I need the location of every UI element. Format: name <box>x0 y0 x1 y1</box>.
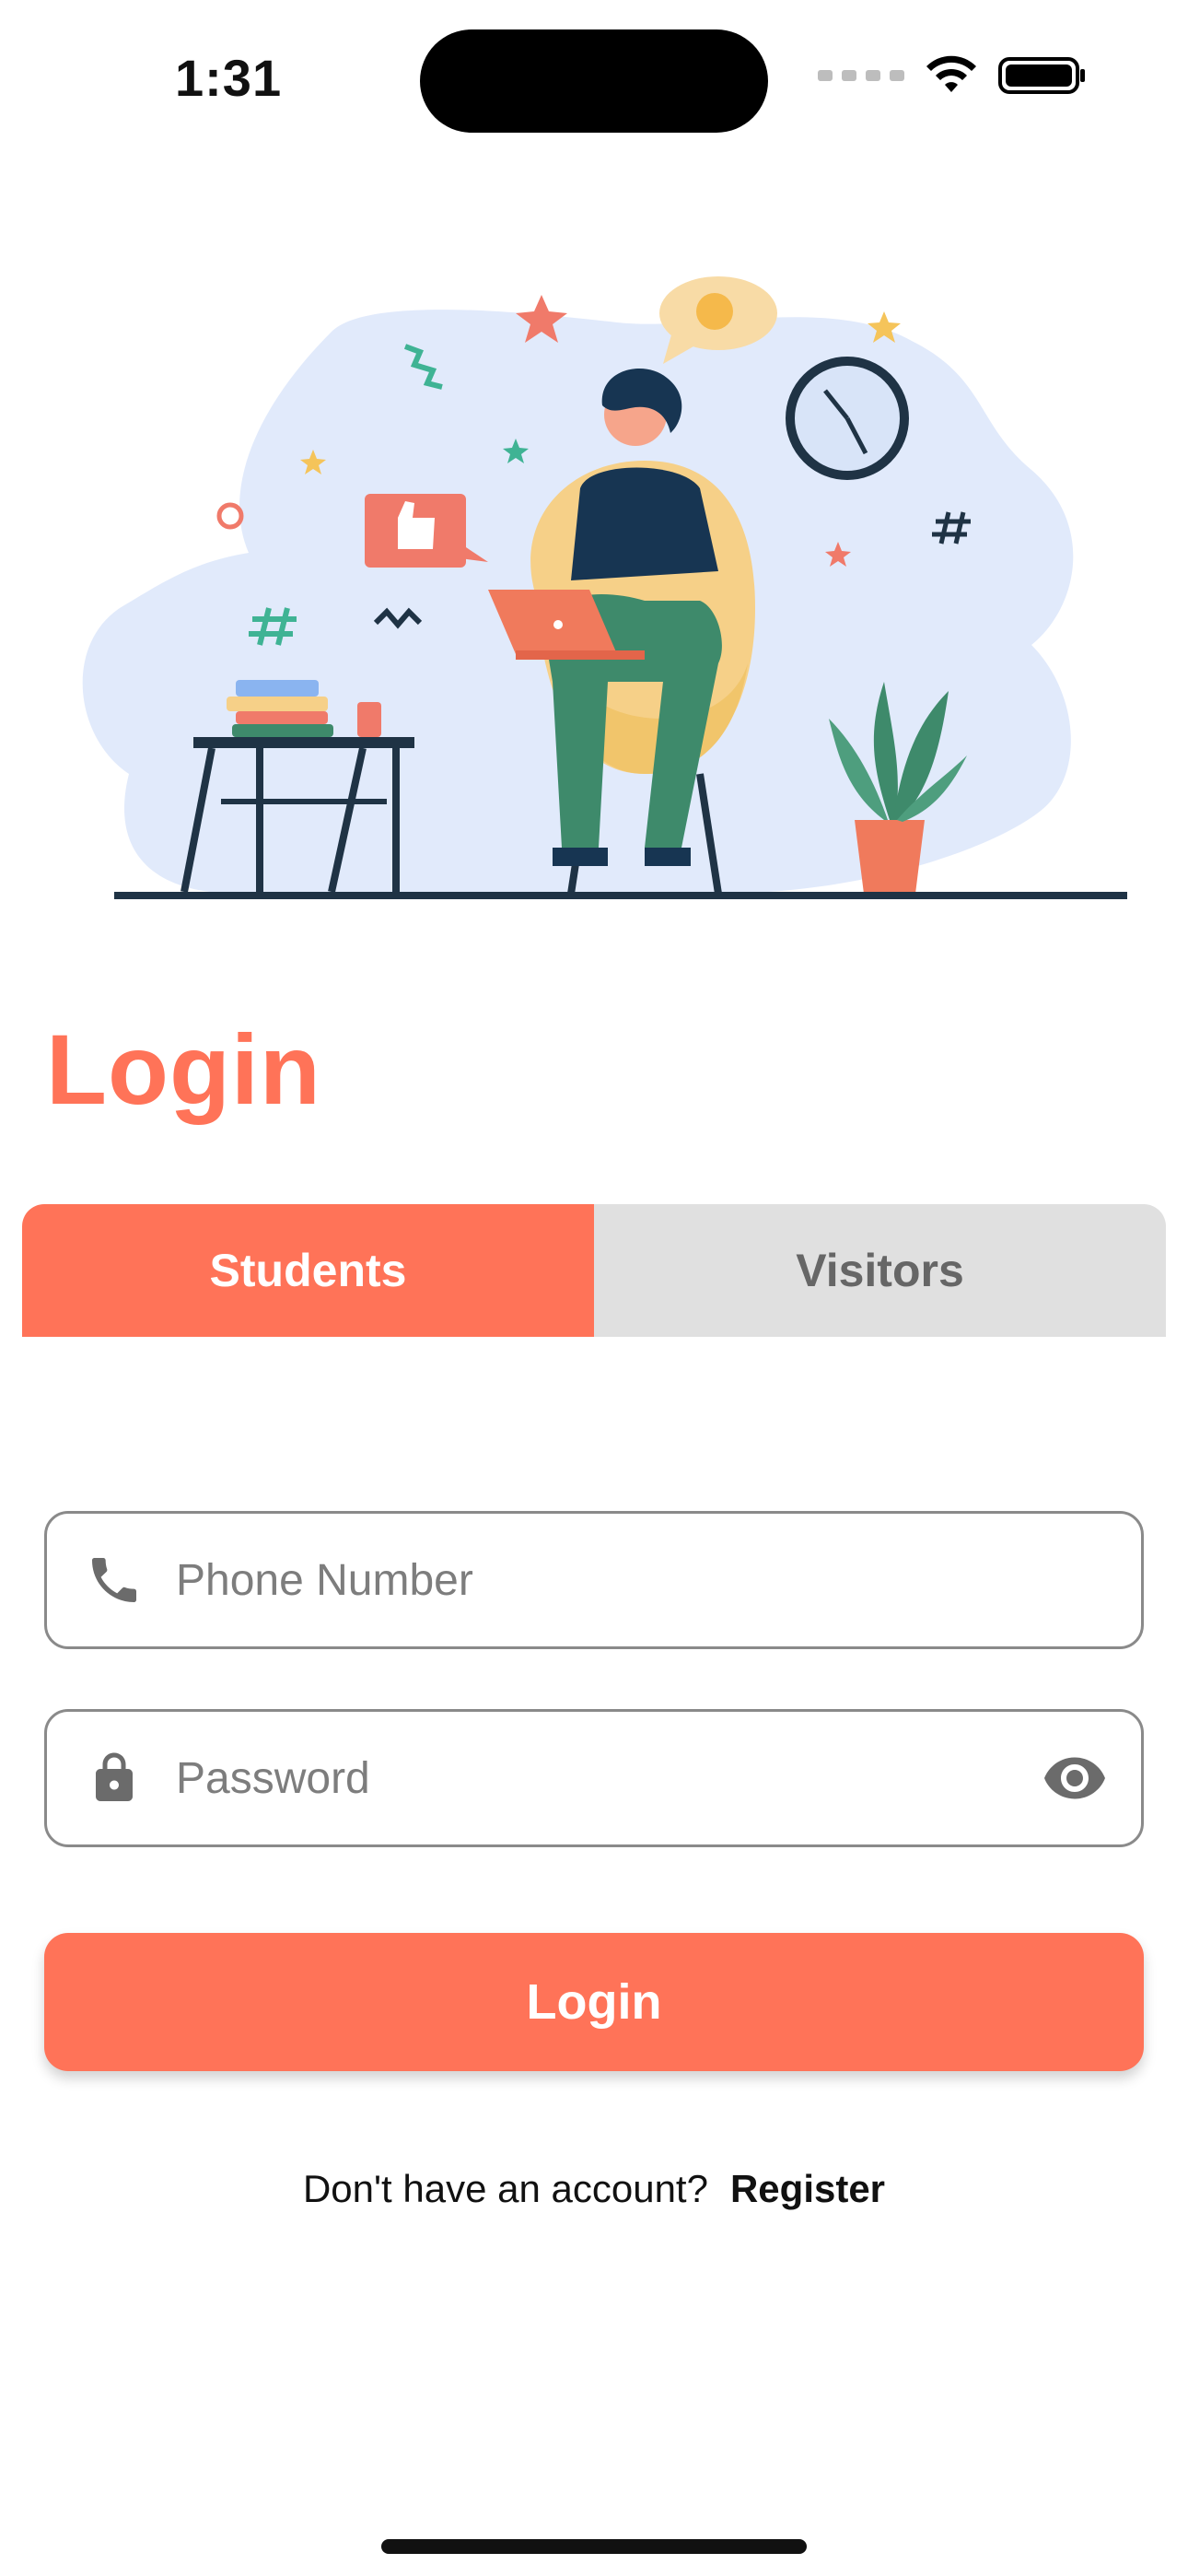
wifi-icon <box>926 55 976 92</box>
status-bar: 1:31 <box>0 0 1188 157</box>
password-field[interactable] <box>44 1709 1144 1847</box>
register-link[interactable]: Register <box>730 2167 885 2210</box>
page-title: Login <box>46 1013 321 1125</box>
phone-input[interactable] <box>174 1513 1141 1647</box>
password-input[interactable] <box>174 1711 1038 1845</box>
home-indicator[interactable] <box>381 2539 807 2554</box>
user-type-tabs: Students Visitors <box>22 1204 1166 1337</box>
cellular-signal-icon <box>818 70 904 81</box>
lock-icon <box>82 1746 146 1810</box>
register-prompt: Don't have an account? <box>302 2167 708 2210</box>
tab-visitors[interactable]: Visitors <box>594 1204 1166 1337</box>
status-time: 1:31 <box>175 49 283 107</box>
tab-students[interactable]: Students <box>22 1204 594 1337</box>
phone-field[interactable] <box>44 1511 1144 1649</box>
phone-icon <box>82 1548 146 1612</box>
battery-icon <box>998 57 1085 94</box>
dynamic-island <box>420 29 768 133</box>
register-row: Don't have an account? Register <box>0 2167 1188 2211</box>
eye-icon[interactable] <box>1038 1741 1112 1815</box>
login-button[interactable]: Login <box>44 1933 1144 2071</box>
hero-illustration <box>82 276 1127 899</box>
status-icons <box>818 55 1087 96</box>
